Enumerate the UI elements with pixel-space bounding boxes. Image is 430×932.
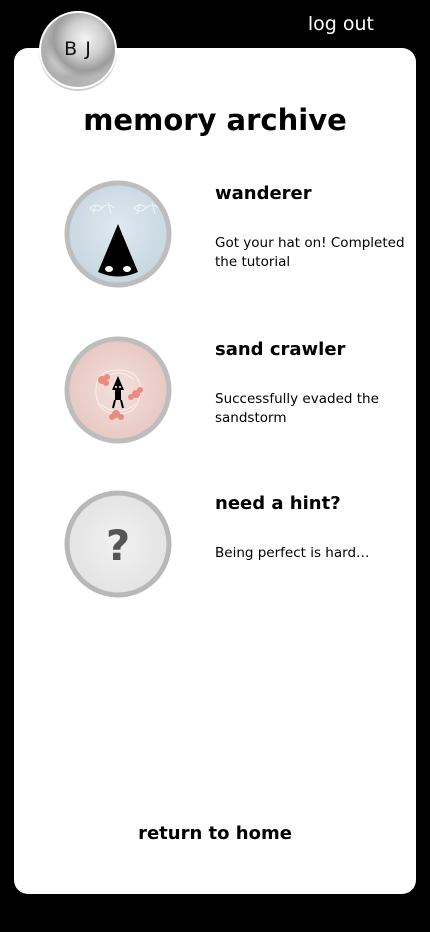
profile-avatar[interactable]: B J	[39, 11, 117, 89]
achievement-name: wanderer	[215, 183, 312, 204]
achievement-description: Being perfect is hard…	[215, 545, 370, 561]
achievement-description: Successfully evaded the sandstorm	[215, 391, 379, 426]
logout-button[interactable]: log out	[308, 12, 374, 36]
achievement-item-sand-crawler: sand crawler Successfully evaded the san…	[0, 336, 430, 446]
archive-card	[14, 48, 416, 894]
achievement-item-hint: ? need a hint? Being perfect is hard…	[0, 490, 430, 600]
avatar-initials: B J	[64, 38, 92, 60]
svg-text:?: ?	[106, 521, 130, 570]
return-home-button[interactable]: return to home	[0, 823, 430, 844]
achievement-name: sand crawler	[215, 339, 346, 360]
achievement-description: Got your hat on! Completed the tutorial	[215, 235, 405, 270]
page-title: memory archive	[83, 103, 347, 137]
sand-crawler-icon	[64, 336, 172, 444]
question-mark-icon: ?	[64, 490, 172, 598]
achievement-item-wanderer: wanderer Got your hat on! Completed the …	[0, 180, 430, 290]
achievement-name: need a hint?	[215, 493, 341, 514]
wanderer-icon	[64, 180, 172, 288]
